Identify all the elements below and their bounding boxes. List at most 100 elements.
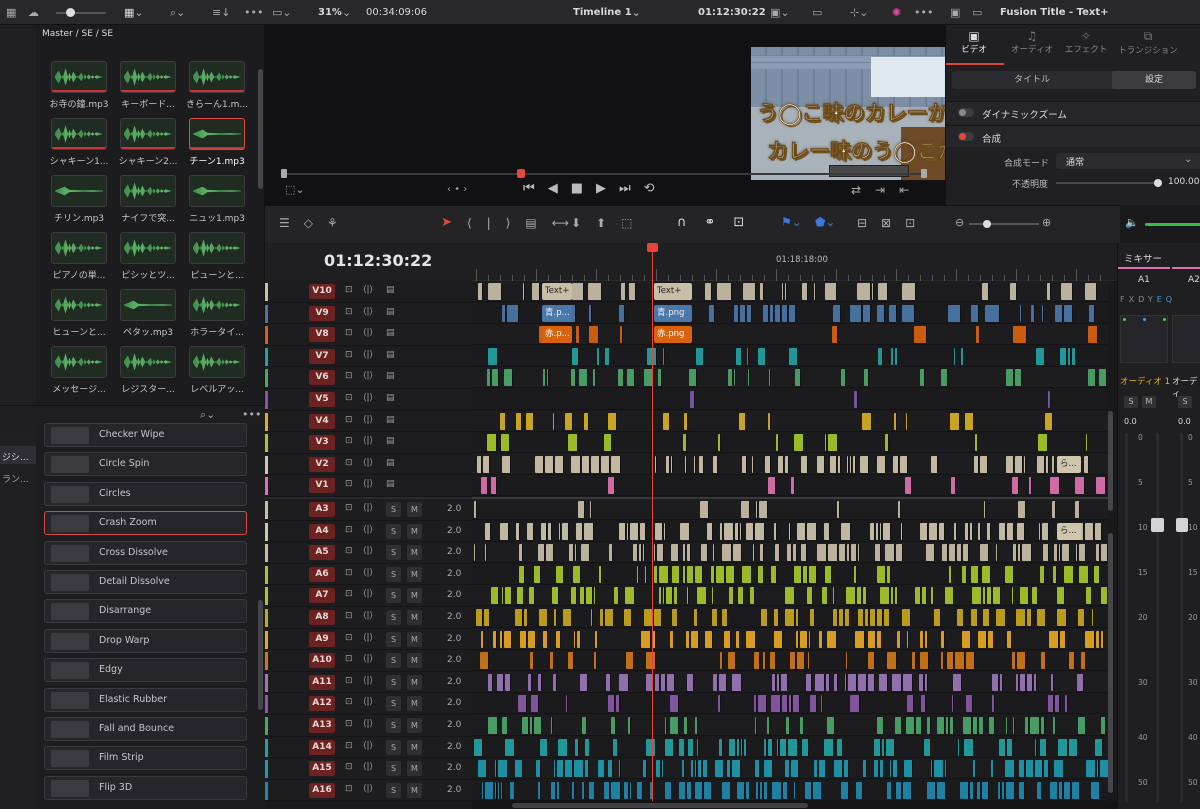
timeline-clip[interactable]: [599, 565, 602, 583]
mute-button[interactable]: M: [407, 674, 422, 690]
timeline-clip[interactable]: [585, 738, 590, 756]
timeline-clip[interactable]: [1054, 544, 1058, 562]
timeline-clip[interactable]: [755, 760, 760, 778]
timeline-clip[interactable]: [663, 347, 665, 365]
clip-item[interactable]: シャキーン1...: [44, 118, 114, 176]
timeline-clip[interactable]: [941, 630, 945, 648]
timeline-clip[interactable]: [824, 522, 830, 540]
timeline-clip[interactable]: [1050, 781, 1058, 799]
timeline-clip[interactable]: [686, 630, 690, 648]
timeline-clip[interactable]: [846, 587, 856, 605]
timeline-clip[interactable]: [1015, 455, 1023, 473]
timeline-clip[interactable]: [664, 522, 666, 540]
timeline-clip[interactable]: [1094, 565, 1100, 583]
timeline-clip[interactable]: [774, 522, 777, 540]
timeline-clip[interactable]: [945, 587, 954, 605]
timeline-clip[interactable]: [992, 695, 995, 713]
timeline-clip[interactable]: [543, 369, 546, 387]
timeline-clip[interactable]: [641, 630, 651, 648]
timeline-clip[interactable]: [927, 781, 936, 799]
timeline-clip[interactable]: [1069, 652, 1075, 670]
timeline-clip[interactable]: [1047, 283, 1051, 300]
timeline-clip[interactable]: [864, 369, 869, 387]
viewer-right-controls[interactable]: ⇄⇥⇤: [851, 183, 923, 197]
track-volume[interactable]: 2.0: [447, 698, 461, 708]
timeline-clip[interactable]: [964, 738, 974, 756]
timeline-clip[interactable]: [920, 652, 929, 670]
horizontal-scrollbar[interactable]: [512, 803, 808, 808]
timeline-clip[interactable]: [625, 587, 635, 605]
timeline-clip[interactable]: [834, 673, 838, 691]
timeline-clip[interactable]: [540, 738, 548, 756]
timeline-clip[interactable]: [696, 347, 704, 365]
timeline-clip[interactable]: [974, 455, 979, 473]
auto-select-icon[interactable]: ⟨|⟩: [363, 328, 373, 338]
effect-item[interactable]: Edgy: [44, 658, 247, 683]
timeline-clip[interactable]: [1016, 673, 1019, 691]
timeline-clip[interactable]: [883, 522, 891, 540]
timeline-clip[interactable]: [580, 673, 588, 691]
timeline-clip[interactable]: [839, 544, 846, 562]
clip-icon[interactable]: ▣ ⌄: [770, 0, 790, 25]
timeline-clip[interactable]: [578, 501, 585, 518]
timeline-clip[interactable]: [515, 609, 523, 626]
timeline-clip[interactable]: [857, 587, 862, 605]
timeline-clip[interactable]: [608, 412, 617, 430]
track-volume[interactable]: 2.0: [447, 785, 461, 795]
labeled-clip[interactable]: 赤.png: [654, 326, 692, 344]
timeline-clip[interactable]: [1092, 609, 1094, 626]
timeline-clip[interactable]: [485, 522, 491, 540]
clip-item[interactable]: きらーん1.m...: [182, 61, 252, 119]
timeline-clip[interactable]: [980, 544, 989, 562]
timeline-clip[interactable]: [1064, 304, 1073, 322]
timeline-clip[interactable]: [733, 544, 742, 562]
timeline-clip[interactable]: [609, 544, 613, 562]
timeline-clip[interactable]: [691, 630, 699, 648]
timeline-clip[interactable]: [970, 781, 974, 799]
timeline-clip[interactable]: [746, 630, 756, 648]
lock-icon[interactable]: ⊡: [345, 762, 353, 772]
lock-icon[interactable]: ⊡: [345, 285, 353, 295]
timeline-clip[interactable]: [684, 412, 688, 430]
timeline-clip[interactable]: [783, 781, 788, 799]
timeline-clip[interactable]: [880, 760, 884, 778]
timeline-clip[interactable]: [737, 781, 745, 799]
timeline-clip[interactable]: [478, 760, 487, 778]
timeline-clip[interactable]: [868, 630, 876, 648]
timeline-clip[interactable]: [902, 283, 916, 300]
timeline-clip[interactable]: [763, 304, 769, 322]
timeline-clip[interactable]: [1055, 304, 1063, 322]
timeline-clip[interactable]: [801, 544, 807, 562]
auto-select-icon[interactable]: ⟨|⟩: [363, 436, 373, 446]
timeline-clip[interactable]: [915, 587, 921, 605]
timeline-clip[interactable]: [546, 544, 554, 562]
timeline-clip[interactable]: [877, 717, 884, 734]
timeline-clip[interactable]: [604, 434, 612, 452]
effect-item[interactable]: Circle Spin: [44, 452, 247, 477]
timeline-clip[interactable]: [1101, 630, 1104, 648]
timeline-clip[interactable]: [1013, 544, 1017, 562]
timeline-clip[interactable]: [1060, 347, 1067, 365]
timeline-clip[interactable]: [854, 391, 858, 408]
timeline-clip[interactable]: [582, 781, 585, 799]
timeline-clip[interactable]: [523, 283, 525, 300]
timeline-clip[interactable]: [1079, 544, 1086, 562]
track-header[interactable]: A8 ⊡ ⟨|⟩ S M 2.0: [265, 607, 472, 629]
timeline-clip[interactable]: [1058, 738, 1068, 756]
timeline-clip[interactable]: [528, 630, 536, 648]
clip-item[interactable]: キーボード...: [113, 61, 183, 119]
timeline-clip[interactable]: [665, 781, 672, 799]
timeline-clip[interactable]: [697, 738, 699, 756]
track-visibility-icon[interactable]: ▤: [386, 328, 395, 338]
timeline-clip[interactable]: [569, 544, 574, 562]
effects-scrollbar[interactable]: [258, 600, 263, 710]
timeline-clip[interactable]: [850, 695, 860, 713]
timeline-clip[interactable]: [740, 304, 746, 322]
timeline-clip[interactable]: [895, 587, 898, 605]
timeline-clip[interactable]: [704, 781, 712, 799]
timeline-clip[interactable]: [572, 283, 584, 300]
timeline-clip[interactable]: [1068, 347, 1071, 365]
timeline-clip[interactable]: [877, 630, 882, 648]
timeline-clip[interactable]: [838, 455, 841, 473]
mute-button[interactable]: M: [407, 739, 422, 755]
